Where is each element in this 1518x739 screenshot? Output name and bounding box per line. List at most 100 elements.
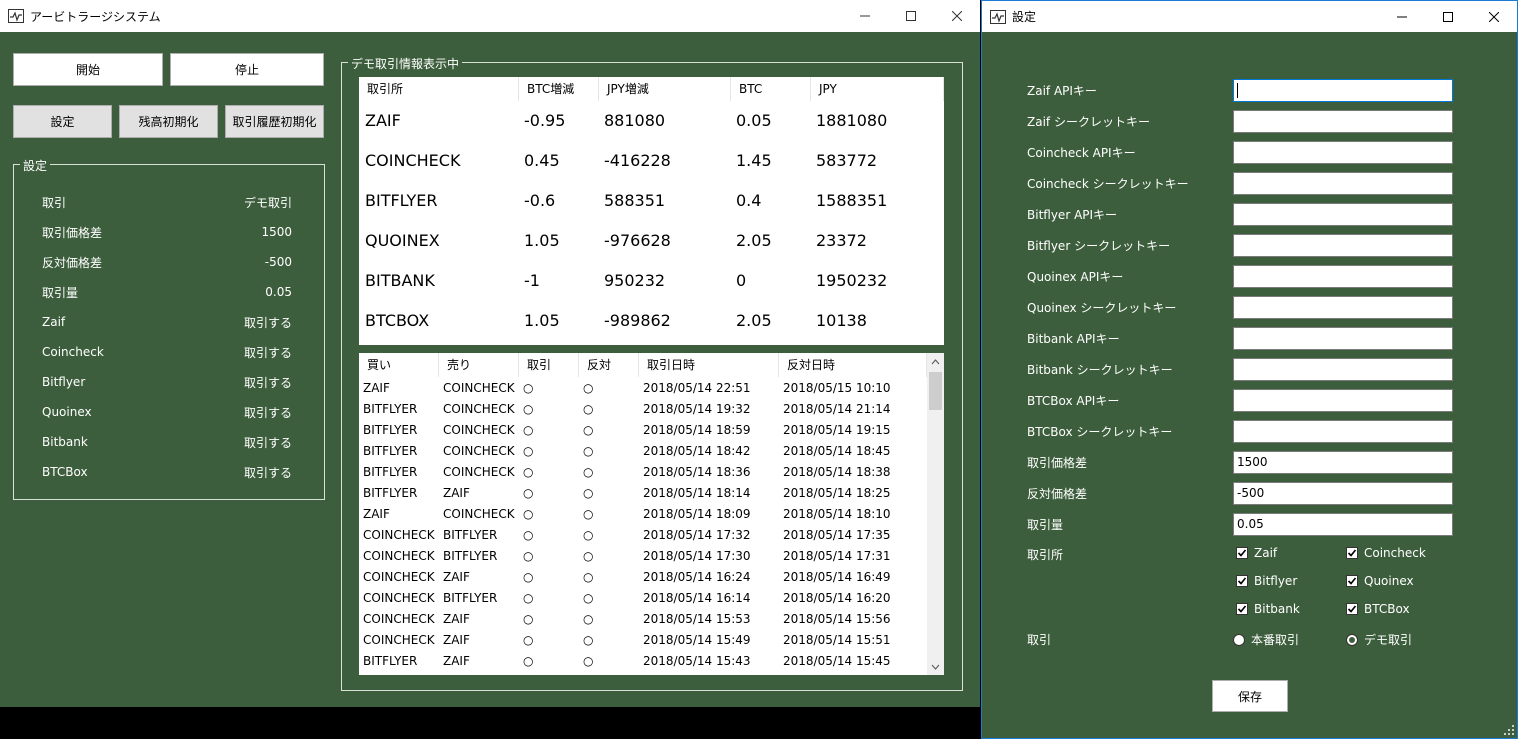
reset-history-button[interactable]: 取引履歴初期化 (225, 105, 324, 138)
table-row[interactable]: BITFLYER -0.6 588351 0.4 1588351 (359, 181, 944, 221)
reset-balance-button[interactable]: 残高初期化 (119, 105, 218, 138)
settings-text-field[interactable] (1233, 79, 1453, 102)
settings-maximize-button[interactable] (1425, 1, 1471, 32)
maximize-icon (906, 11, 916, 21)
radio-icon[interactable] (1233, 633, 1245, 646)
settings-text-field[interactable] (1233, 110, 1453, 133)
table-row[interactable]: ZAIF -0.95 881080 0.05 1881080 (359, 101, 944, 141)
scroll-down-arrow-icon[interactable] (927, 658, 944, 675)
exchange-checkbox[interactable]: Zaif (1236, 546, 1277, 560)
settings-text-field[interactable]: -500 (1233, 482, 1453, 505)
history-cell: BITFLYER (443, 591, 498, 605)
table-row[interactable]: COINCHECK 0.45 -416228 1.45 583772 (359, 141, 944, 181)
exchange-header-cell[interactable]: BTC増減 (519, 77, 599, 101)
history-header-cell[interactable]: 取引日時 (639, 353, 779, 377)
history-scrollbar[interactable] (927, 353, 944, 675)
checkbox-icon[interactable] (1346, 603, 1358, 615)
checkbox-icon[interactable] (1346, 575, 1358, 587)
exchange-checkbox[interactable]: Quoinex (1346, 574, 1414, 588)
list-item[interactable]: BITFLYER ZAIF ○ ○ 2018/05/14 18:14 2018/05/14… (359, 483, 927, 504)
trade-mode-radio[interactable]: デモ取引 (1346, 631, 1412, 648)
settings-text-field[interactable] (1233, 141, 1453, 164)
table-cell: 10138 (816, 311, 867, 330)
table-cell: 588351 (604, 191, 666, 210)
exchange-header-cell[interactable]: BTC (731, 77, 811, 101)
settings-text-field[interactable] (1233, 358, 1453, 381)
close-icon (952, 11, 962, 21)
exchange-checkbox[interactable]: Coincheck (1346, 546, 1426, 560)
history-header-cell[interactable]: 反対 (579, 353, 639, 377)
checkbox-icon[interactable] (1236, 603, 1248, 615)
summary-label: Bitbank (42, 435, 88, 449)
exchange-header-cell[interactable]: JPY増減 (599, 77, 731, 101)
table-row[interactable]: BTCBOX 1.05 -989862 2.05 10138 (359, 301, 944, 341)
history-header-cell[interactable]: 買い (359, 353, 439, 377)
history-cell: ZAIF (443, 654, 470, 668)
settings-text-field[interactable] (1233, 420, 1453, 443)
list-item[interactable]: COINCHECK ZAIF ○ ○ 2018/05/14 16:24 2018/05/1… (359, 567, 927, 588)
checkbox-label: Zaif (1254, 546, 1278, 560)
list-item[interactable]: COINCHECK BITFLYER ○ ○ 2018/05/14 17:30 2018/… (359, 546, 927, 567)
history-header-cell[interactable]: 反対日時 (779, 353, 927, 377)
list-item[interactable]: BITFLYER COINCHECK ○ ○ 2018/05/14 19:32 2018/… (359, 399, 927, 420)
settings-text-field[interactable] (1233, 389, 1453, 412)
radio-icon[interactable] (1346, 633, 1358, 646)
exchange-header-cell[interactable]: 取引所 (359, 77, 519, 101)
save-button[interactable]: 保存 (1212, 680, 1288, 712)
list-item[interactable]: ZAIF COINCHECK ○ ○ 2018/05/14 18:09 2018/05/1… (359, 504, 927, 525)
trade-mode-radio[interactable]: 本番取引 (1233, 631, 1299, 648)
history-header-cell[interactable]: 取引 (519, 353, 579, 377)
settings-close-button[interactable] (1471, 1, 1517, 32)
scroll-thumb[interactable] (929, 372, 942, 410)
main-window-title: アービトラージシステム (30, 9, 161, 24)
table-row[interactable]: BITBANK -1 950232 0 1950232 (359, 261, 944, 301)
settings-button[interactable]: 設定 (13, 105, 112, 138)
close-button[interactable] (934, 0, 980, 32)
table-cell: 2.05 (736, 231, 772, 250)
settings-text-field[interactable] (1233, 172, 1453, 195)
start-button[interactable]: 開始 (13, 53, 163, 86)
settings-minimize-button[interactable] (1379, 1, 1425, 32)
list-item[interactable]: BITFLYER COINCHECK ○ ○ 2018/05/14 18:36 2018/… (359, 462, 927, 483)
app-activity-icon (8, 9, 24, 23)
main-titlebar[interactable]: アービトラージシステム (0, 0, 980, 32)
list-item[interactable]: COINCHECK ZAIF ○ ○ 2018/05/14 15:49 2018/05/1… (359, 630, 927, 651)
settings-text-field[interactable]: 0.05 (1233, 513, 1453, 536)
history-header-cell[interactable]: 売り (439, 353, 519, 377)
exchange-header-cell[interactable]: JPY (811, 77, 944, 101)
stop-button[interactable]: 停止 (170, 53, 324, 86)
minimize-button[interactable] (842, 0, 888, 32)
settings-window: 設定 Zaif APIキー Zaif シークレットキー Coincheck APIキ… (981, 0, 1518, 739)
list-item[interactable]: COINCHECK BITFLYER ○ ○ 2018/05/14 16:14 2018/… (359, 588, 927, 609)
exchange-balance-table[interactable]: 取引所 BTC増減 JPY増減 BTC JPY ZAIF -0.95 881080 0.05 1… (359, 77, 944, 345)
checkbox-icon[interactable] (1236, 547, 1248, 559)
history-cell: COINCHECK (443, 423, 515, 437)
settings-text-field[interactable] (1233, 265, 1453, 288)
exchange-checkbox[interactable]: Bitbank (1236, 602, 1300, 616)
field-label: Quoinex シークレットキー (1027, 301, 1177, 315)
resize-grip-icon[interactable] (1504, 725, 1514, 735)
exchange-checkbox[interactable]: Bitflyer (1236, 574, 1297, 588)
settings-text-field[interactable] (1233, 234, 1453, 257)
history-cell: ZAIF (443, 633, 470, 647)
history-cell: COINCHECK (443, 381, 515, 395)
settings-text-field[interactable] (1233, 327, 1453, 350)
list-item[interactable]: BITFLYER COINCHECK ○ ○ 2018/05/14 18:59 2018/… (359, 420, 927, 441)
list-item[interactable]: BITFLYER COINCHECK ○ ○ 2018/05/14 18:42 2018/… (359, 441, 927, 462)
maximize-button[interactable] (888, 0, 934, 32)
list-item[interactable]: COINCHECK BITFLYER ○ ○ 2018/05/14 17:32 2018/… (359, 525, 927, 546)
settings-text-field[interactable]: 1500 (1233, 451, 1453, 474)
table-row[interactable]: QUOINEX 1.05 -976628 2.05 23372 (359, 221, 944, 261)
settings-titlebar[interactable]: 設定 (982, 1, 1517, 32)
exchange-checkbox[interactable]: BTCBox (1346, 602, 1410, 616)
list-item[interactable]: ZAIF COINCHECK ○ ○ 2018/05/14 22:51 2018/05/1… (359, 378, 927, 399)
scroll-up-arrow-icon[interactable] (927, 353, 944, 370)
settings-text-field[interactable] (1233, 296, 1453, 319)
settings-text-field[interactable] (1233, 203, 1453, 226)
list-item[interactable]: BITFLYER ZAIF ○ ○ 2018/05/14 15:43 2018/05/14… (359, 651, 927, 672)
checkbox-icon[interactable] (1346, 547, 1358, 559)
trade-history-table[interactable]: 買い 売り 取引 反対 取引日時 反対日時 ZAIF COINCHECK ○ ○ 2018/05/… (359, 353, 944, 675)
checkbox-icon[interactable] (1236, 575, 1248, 587)
list-item[interactable]: COINCHECK ZAIF ○ ○ 2018/05/14 15:53 2018/05/1… (359, 609, 927, 630)
history-cell: ○ (523, 633, 534, 647)
